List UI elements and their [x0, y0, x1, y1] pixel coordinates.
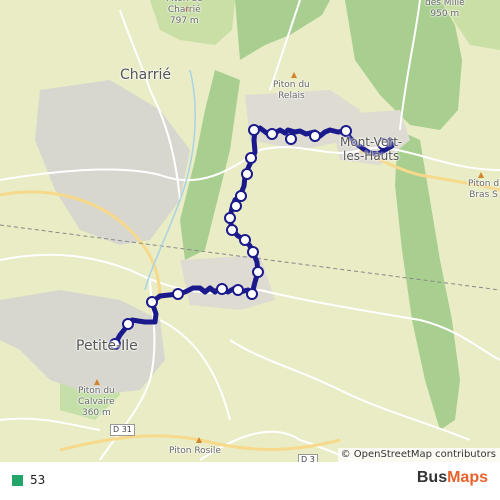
bus-stop-marker[interactable]	[309, 130, 321, 142]
label-petite-ile: Petite-Ile	[76, 338, 138, 354]
map-attribution[interactable]: © OpenStreetMap contributors	[337, 448, 500, 462]
route-stops	[109, 124, 389, 350]
logo-part-maps: Maps	[447, 469, 488, 486]
road-label-d3: D 3	[298, 454, 318, 462]
line-color-swatch	[12, 475, 23, 486]
logo-part-bus: Bus	[416, 469, 448, 486]
bus-stop-marker[interactable]	[235, 190, 247, 202]
peak-icon	[196, 437, 202, 443]
bus-stop-marker[interactable]	[216, 283, 228, 295]
road-label-d31: D 31	[110, 424, 135, 436]
label-piton-calvaire: Piton du Calvaire 360 m	[78, 386, 115, 418]
attribution-text[interactable]: © OpenStreetMap contributors	[341, 449, 496, 460]
line-name: 53	[30, 473, 46, 487]
peak-icon	[94, 379, 100, 385]
map-view[interactable]: Piton de Charrié 797 m Charrié Piton du …	[0, 0, 500, 462]
bus-stop-marker[interactable]	[246, 288, 258, 300]
bus-stop-marker[interactable]	[241, 168, 253, 180]
bus-stop-marker[interactable]	[285, 133, 297, 145]
label-piton-charrie: Piton de Charrié 797 m	[166, 0, 203, 26]
bus-stop-marker[interactable]	[239, 234, 251, 246]
bus-stop-marker[interactable]	[266, 128, 278, 140]
bus-stop-marker[interactable]	[232, 284, 244, 296]
peak-icon	[291, 72, 297, 78]
bus-stop-marker[interactable]	[245, 152, 257, 164]
bus-stop-marker[interactable]	[230, 200, 242, 212]
bus-stop-marker[interactable]	[248, 124, 260, 136]
peak-icon	[478, 172, 484, 178]
label-piton-relais: Piton du Relais	[273, 80, 310, 101]
label-piton-bras: Piton d Bras S	[468, 179, 500, 200]
bus-stop-marker[interactable]	[146, 296, 158, 308]
label-charrie: Charrié	[120, 67, 171, 83]
label-mille: des Mille 950 m	[425, 0, 465, 19]
label-piton-rosile: Piton Rosile	[169, 446, 221, 456]
bus-stop-marker[interactable]	[122, 318, 134, 330]
busmaps-logo: BusMaps	[417, 469, 488, 487]
bus-stop-marker[interactable]	[226, 224, 238, 236]
bus-stop-marker[interactable]	[172, 288, 184, 300]
bus-stop-marker[interactable]	[247, 246, 259, 258]
label-mont-vert: Mont-Vert- les-Hauts	[340, 135, 403, 163]
bus-stop-marker[interactable]	[252, 266, 264, 278]
bus-stop-marker[interactable]	[224, 212, 236, 224]
